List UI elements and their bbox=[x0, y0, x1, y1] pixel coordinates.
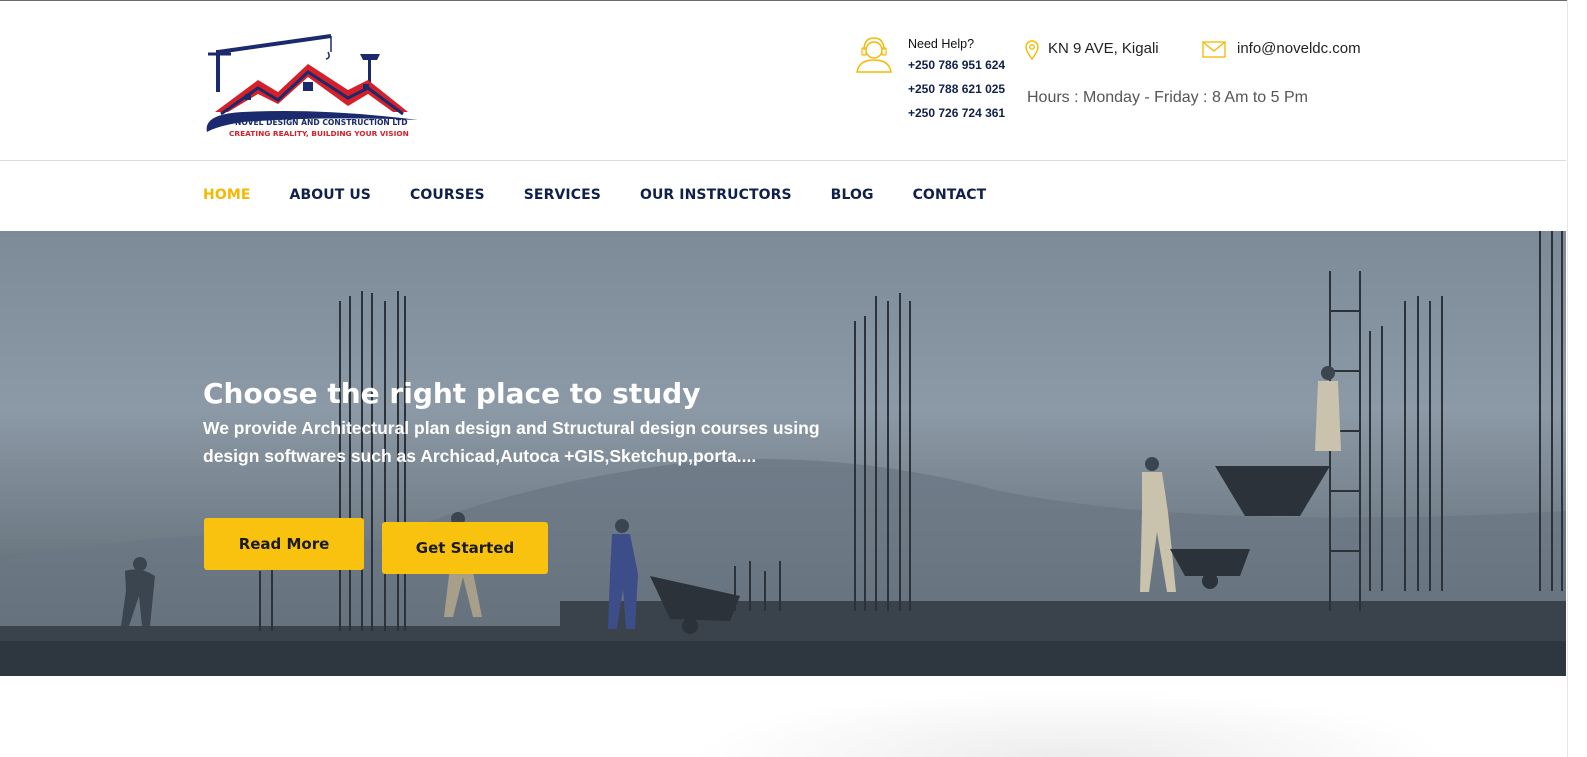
nav-blog[interactable]: BLOG bbox=[831, 187, 874, 203]
address-text: KN 9 AVE, Kigali bbox=[1048, 40, 1159, 57]
headset-icon bbox=[856, 37, 892, 73]
email-link[interactable]: info@noveldc.com bbox=[1237, 40, 1361, 57]
phone-number-3[interactable]: +250 726 724 361 bbox=[908, 106, 1005, 120]
business-hours: Hours : Monday - Friday : 8 Am to 5 Pm bbox=[1027, 89, 1308, 106]
section-shadow bbox=[690, 690, 1450, 757]
scrollbar[interactable] bbox=[1567, 0, 1587, 757]
envelope-icon bbox=[1202, 41, 1226, 58]
hero-banner: Choose the right place to study We provi… bbox=[0, 231, 1566, 676]
hero-title: Choose the right place to study bbox=[203, 377, 701, 410]
top-border bbox=[0, 0, 1587, 1]
nav-services[interactable]: SERVICES bbox=[524, 187, 601, 203]
phone-number-2[interactable]: +250 788 621 025 bbox=[908, 82, 1005, 96]
nav-courses[interactable]: COURSES bbox=[410, 187, 485, 203]
nav-home[interactable]: HOME bbox=[203, 187, 251, 203]
get-started-button[interactable]: Get Started bbox=[382, 522, 548, 574]
map-pin-icon bbox=[1025, 40, 1039, 60]
header-divider bbox=[0, 160, 1566, 161]
nav-contact[interactable]: CONTACT bbox=[913, 187, 987, 203]
nav-our-instructors[interactable]: OUR INSTRUCTORS bbox=[640, 187, 792, 203]
company-logo[interactable]: NOVEL DESIGN AND CONSTRUCTION LTD CREATI… bbox=[203, 32, 423, 144]
logo-name: NOVEL DESIGN AND CONSTRUCTION LTD bbox=[235, 118, 408, 127]
nav-about-us[interactable]: ABOUT US bbox=[290, 187, 371, 203]
help-title: Need Help? bbox=[908, 37, 975, 51]
page: NOVEL DESIGN AND CONSTRUCTION LTD CREATI… bbox=[0, 0, 1587, 757]
main-nav: HOME ABOUT US COURSES SERVICES OUR INSTR… bbox=[203, 187, 1025, 203]
logo-tagline: CREATING REALITY, BUILDING YOUR VISION bbox=[229, 129, 409, 138]
phone-number-1[interactable]: +250 786 951 624 bbox=[908, 58, 1005, 72]
hero-subtitle: We provide Architectural plan design and… bbox=[203, 418, 820, 466]
read-more-button[interactable]: Read More bbox=[204, 518, 364, 570]
